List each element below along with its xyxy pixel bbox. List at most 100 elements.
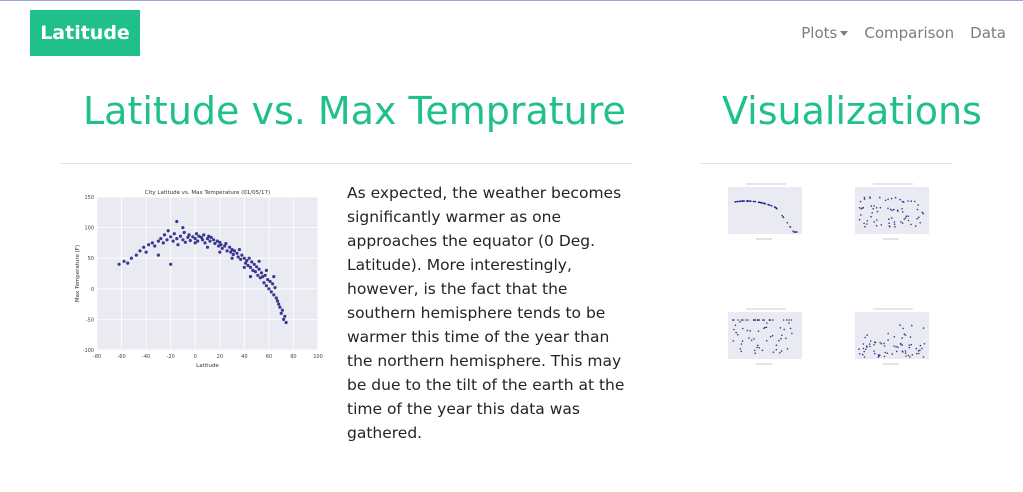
thumb-point	[768, 319, 771, 321]
thumb-point	[790, 319, 793, 321]
thumb-point	[891, 217, 893, 219]
plot-description: As expected, the weather becomes signifi…	[347, 184, 625, 442]
thumb-point	[891, 209, 893, 212]
thumb-point	[771, 334, 774, 337]
thumbnail-humidity[interactable]	[843, 181, 933, 243]
thumb-point	[909, 336, 912, 338]
thumb-point	[916, 217, 918, 220]
data-point	[161, 241, 165, 245]
thumb-point	[753, 349, 756, 352]
thumb-point	[780, 350, 783, 352]
thumb-point	[905, 355, 907, 357]
data-point	[159, 237, 163, 241]
thumbnail-max-temp[interactable]	[716, 181, 806, 243]
data-point	[171, 239, 175, 243]
thumb-point	[782, 319, 785, 321]
thumb-point	[752, 200, 755, 203]
thumb-point	[863, 356, 866, 358]
data-point	[264, 284, 268, 288]
thumb-point	[788, 319, 790, 321]
navbar-menu: Plots Comparison Data	[785, 24, 1006, 42]
plot-area	[97, 197, 318, 350]
thumb-point	[922, 356, 925, 358]
nav-plots-dropdown[interactable]: Plots	[801, 24, 849, 42]
x-tick-label: 0	[194, 354, 197, 360]
thumb-point	[775, 348, 778, 351]
data-point	[232, 249, 237, 253]
data-point	[209, 235, 213, 239]
thumbnail-wind-speed[interactable]	[843, 306, 933, 368]
thumb-point	[766, 339, 768, 342]
data-point	[212, 238, 216, 242]
thumb-point	[901, 344, 903, 346]
thumb-point	[903, 333, 906, 335]
nav-data-link[interactable]: Data	[970, 24, 1006, 42]
thumb-point	[864, 225, 866, 228]
data-point	[231, 252, 235, 257]
thumb-point	[858, 218, 861, 221]
thumb-point	[747, 319, 749, 321]
thumb-point	[893, 335, 896, 338]
thumb-point	[917, 350, 920, 352]
thumb-point	[781, 214, 783, 217]
thumb-point	[733, 328, 735, 331]
thumb-point	[786, 319, 788, 321]
thumb-point	[897, 346, 899, 348]
thumb-point	[896, 350, 898, 353]
data-point	[228, 245, 232, 249]
caret-down-icon	[840, 30, 849, 36]
thumb-point	[740, 343, 743, 345]
thumb-point	[748, 200, 751, 202]
data-point	[172, 232, 176, 236]
thumb-point	[904, 350, 907, 352]
thumb-point	[887, 198, 889, 201]
thumb-point	[742, 319, 744, 321]
thumbnail-cloudiness[interactable]	[716, 306, 806, 368]
thumb-point	[775, 344, 778, 346]
thumb-point	[907, 215, 910, 217]
thumb-point	[879, 206, 882, 209]
thumb-point	[889, 208, 892, 211]
sidebar-divider	[701, 163, 952, 164]
page-title: Latitude vs. Max Temprature	[83, 89, 626, 133]
thumb-point	[740, 350, 743, 353]
data-point	[202, 233, 206, 237]
data-point	[248, 275, 253, 279]
data-point	[182, 230, 186, 235]
data-point	[188, 238, 192, 243]
x-axis-label: Latitude	[196, 363, 219, 369]
thumb-point	[737, 200, 739, 203]
navbar-brand[interactable]: Latitude	[30, 10, 140, 56]
data-point	[271, 282, 275, 286]
thumb-point	[900, 221, 902, 223]
data-point	[156, 239, 160, 243]
thumb-point	[879, 354, 881, 357]
thumb-point	[758, 201, 760, 204]
thumb-point	[786, 348, 789, 350]
thumb-point	[904, 352, 907, 354]
thumb-point	[873, 350, 875, 352]
thumb-point	[874, 352, 876, 355]
data-point	[275, 299, 280, 303]
thumb-point	[781, 334, 783, 337]
data-point	[280, 308, 284, 312]
thumb-point	[758, 347, 760, 349]
data-point	[278, 305, 282, 309]
data-point	[283, 314, 287, 318]
thumb-point	[766, 322, 768, 324]
thumb-point	[886, 352, 889, 354]
x-tick-label: 100	[313, 354, 323, 360]
nav-comparison-link[interactable]: Comparison	[864, 24, 954, 42]
thumb-point	[908, 344, 910, 347]
thumb-point	[915, 352, 918, 355]
thumb-point	[883, 355, 886, 358]
thumb-point	[879, 341, 881, 344]
chart-title: City Latitude vs. Max Temperature (01/05…	[145, 190, 270, 196]
thumb-point	[764, 326, 766, 329]
thumb-point	[739, 348, 742, 350]
data-point	[176, 243, 180, 247]
data-point	[257, 259, 261, 263]
thumb-point	[869, 196, 871, 198]
data-point	[230, 256, 234, 260]
thumb-point	[748, 337, 750, 339]
